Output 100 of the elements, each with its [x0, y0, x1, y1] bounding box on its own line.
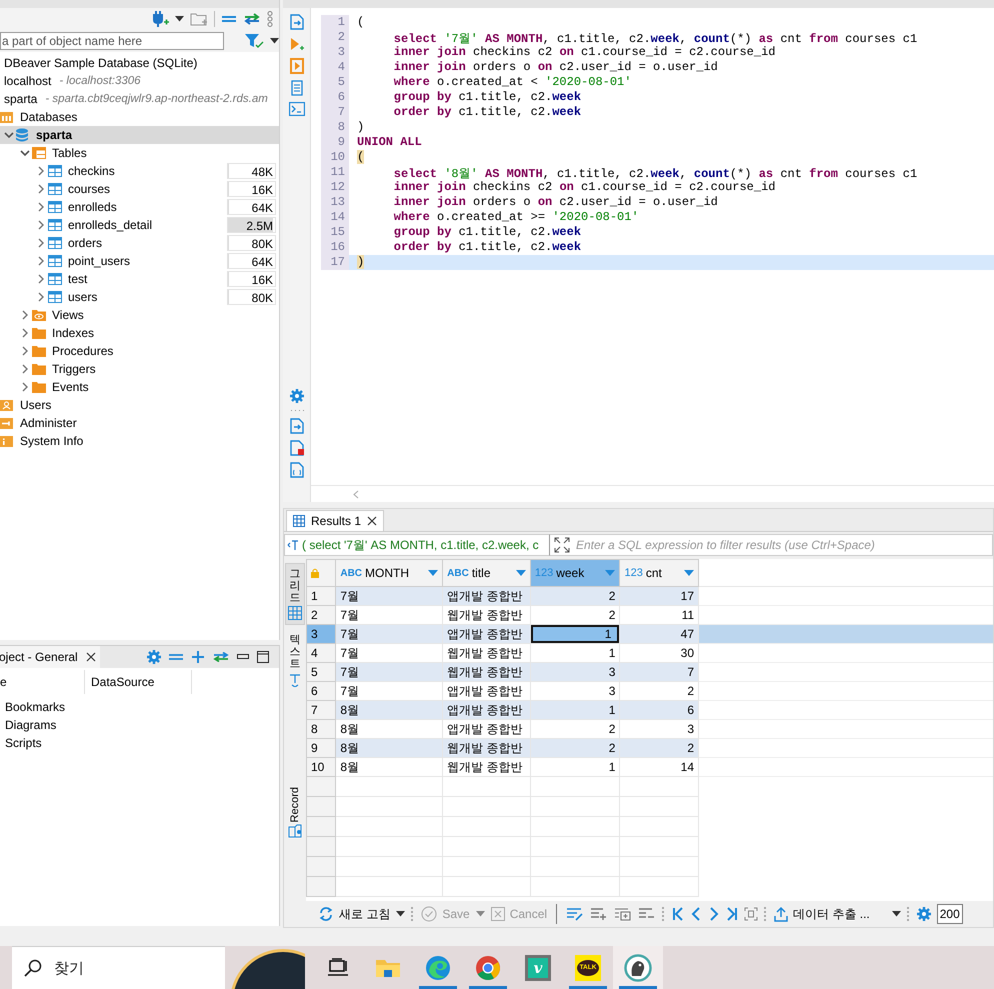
view-tab[interactable]: Record — [285, 782, 305, 843]
maximize-icon[interactable] — [257, 651, 269, 663]
table-cell[interactable]: 웹개발 종합반 — [442, 758, 530, 776]
tree-item[interactable]: enrolleds_detail 2.5M — [0, 216, 279, 234]
tree-item-label[interactable]: System Info — [20, 434, 84, 448]
variables-icon[interactable] — [290, 462, 304, 478]
script-list-icon[interactable] — [290, 80, 304, 96]
copy-row-icon[interactable] — [614, 907, 632, 921]
results-tab[interactable]: Results 1 — [286, 510, 384, 531]
close-icon[interactable] — [86, 652, 96, 662]
table-cell[interactable]: 7월 — [336, 586, 443, 606]
link-arrows-icon[interactable] — [213, 652, 229, 662]
first-page-icon[interactable] — [672, 907, 684, 921]
table-cell[interactable]: 2 — [620, 738, 699, 758]
expand-icon[interactable] — [554, 537, 570, 553]
terminal-icon[interactable] — [288, 102, 304, 116]
link-arrows-icon[interactable] — [243, 13, 261, 25]
close-icon[interactable] — [367, 516, 378, 526]
filter-icon[interactable] — [244, 33, 264, 49]
table-cell[interactable]: 8월 — [336, 700, 443, 720]
view-tab[interactable]: 텍스트 — [285, 629, 305, 692]
table-cell[interactable]: 3 — [530, 662, 620, 682]
execute-play-icon[interactable] — [290, 36, 304, 52]
tree-item[interactable]: Procedures — [0, 342, 279, 360]
dropdown-caret-icon[interactable] — [270, 38, 279, 44]
next-page-icon[interactable] — [708, 907, 720, 921]
tree-item[interactable]: Events — [0, 378, 279, 396]
sort-arrow-icon[interactable] — [516, 570, 526, 576]
sort-arrow-icon[interactable] — [428, 570, 438, 576]
execute-statement-icon[interactable] — [290, 14, 304, 30]
tree-item[interactable]: Indexes — [0, 324, 279, 342]
table-cell[interactable]: 47 — [620, 624, 699, 644]
table-cell[interactable]: 앱개발 종합반 — [442, 700, 530, 720]
row-number[interactable]: 2 — [306, 606, 336, 624]
table-cell[interactable]: 7월 — [336, 662, 443, 682]
row-number[interactable]: 3 — [306, 624, 336, 644]
row-number[interactable]: 10 — [306, 758, 336, 776]
project-item[interactable]: Diagrams — [5, 718, 56, 732]
table-cell[interactable]: 7 — [620, 662, 699, 682]
previous-page-icon[interactable] — [690, 907, 702, 921]
row-number[interactable]: 5 — [306, 662, 336, 682]
fetch-size-field[interactable]: 200 — [936, 904, 963, 924]
table-cell[interactable]: 6 — [620, 700, 699, 720]
export-icon[interactable] — [290, 418, 304, 434]
settings-icon[interactable] — [916, 907, 931, 921]
settings-icon[interactable] — [290, 389, 304, 403]
tree-item-label[interactable]: Databases — [20, 110, 78, 124]
table-cell[interactable]: 17 — [620, 586, 699, 606]
table-cell[interactable]: 8월 — [336, 758, 443, 776]
error-file-icon[interactable] — [290, 440, 304, 456]
tree-item-label[interactable]: sparta — [4, 92, 38, 106]
settings-icon[interactable] — [147, 650, 161, 664]
scroll-left-icon[interactable] — [353, 490, 359, 498]
table-cell[interactable]: 앱개발 종합반 — [442, 586, 530, 606]
tree-item-label[interactable]: Users — [20, 398, 52, 412]
tree-item[interactable]: point_users 64K — [0, 252, 279, 270]
table-cell[interactable]: 웹개발 종합반 — [442, 738, 530, 758]
dropdown-caret-icon[interactable] — [396, 911, 406, 917]
tree-item[interactable]: orders 80K — [0, 234, 279, 252]
collapse-all-icon[interactable] — [221, 14, 237, 24]
table-cell[interactable]: 2 — [530, 586, 620, 606]
filter-field[interactable]: Enter a SQL expression to filter results (use Ctrl+Space) — [550, 534, 993, 556]
column-header[interactable]: 123 week — [530, 560, 620, 586]
add-icon[interactable] — [191, 650, 205, 664]
tree-item[interactable]: Triggers — [0, 360, 279, 378]
table-cell[interactable]: 1 — [530, 624, 620, 644]
table-cell[interactable]: 2 — [530, 738, 620, 758]
execute-script-icon[interactable] — [290, 58, 304, 74]
tree-item[interactable]: checkins 48K — [0, 162, 279, 180]
table-cell[interactable]: 웹개발 종합반 — [442, 662, 530, 682]
row-number[interactable]: 4 — [306, 644, 336, 662]
export-data-button[interactable]: 데이터 추출 ... — [774, 906, 870, 922]
project-item[interactable]: Scripts — [5, 736, 42, 750]
tree-item[interactable]: Tables — [0, 144, 279, 162]
row-number[interactable]: 6 — [306, 682, 336, 700]
table-cell[interactable]: 7월 — [336, 624, 443, 644]
edit-rows-icon[interactable] — [566, 907, 584, 921]
tree-item[interactable]: courses 16K — [0, 180, 279, 198]
row-number[interactable]: 7 — [306, 700, 336, 720]
row-number[interactable]: 9 — [306, 738, 336, 758]
plug-add-icon[interactable] — [151, 11, 169, 27]
tree-item-label[interactable]: localhost — [4, 74, 52, 88]
column-header[interactable]: 123 cnt — [620, 560, 699, 586]
tree-item[interactable]: users 80K — [0, 288, 279, 306]
row-number[interactable]: 1 — [306, 586, 336, 606]
table-cell[interactable]: 8월 — [336, 738, 443, 758]
dropdown-caret-icon[interactable] — [175, 16, 184, 22]
search-box[interactable]: 찾기 — [12, 946, 225, 989]
table-cell[interactable]: 1 — [530, 700, 620, 720]
column-header[interactable]: ABC MONTH — [336, 560, 443, 586]
tree-item-label[interactable]: Administer — [20, 416, 77, 430]
view-tab[interactable]: 그리드 — [285, 563, 305, 626]
project-item[interactable]: Bookmarks — [5, 700, 66, 714]
filter-field[interactable]: a part of object name here — [0, 32, 224, 50]
sort-arrow-icon[interactable] — [684, 570, 694, 576]
new-folder-icon[interactable] — [190, 11, 208, 27]
taskbar-app[interactable] — [613, 946, 663, 989]
last-page-icon[interactable] — [726, 907, 738, 921]
tree-item[interactable]: sparta — [0, 126, 279, 144]
add-row-icon[interactable] — [590, 907, 608, 921]
